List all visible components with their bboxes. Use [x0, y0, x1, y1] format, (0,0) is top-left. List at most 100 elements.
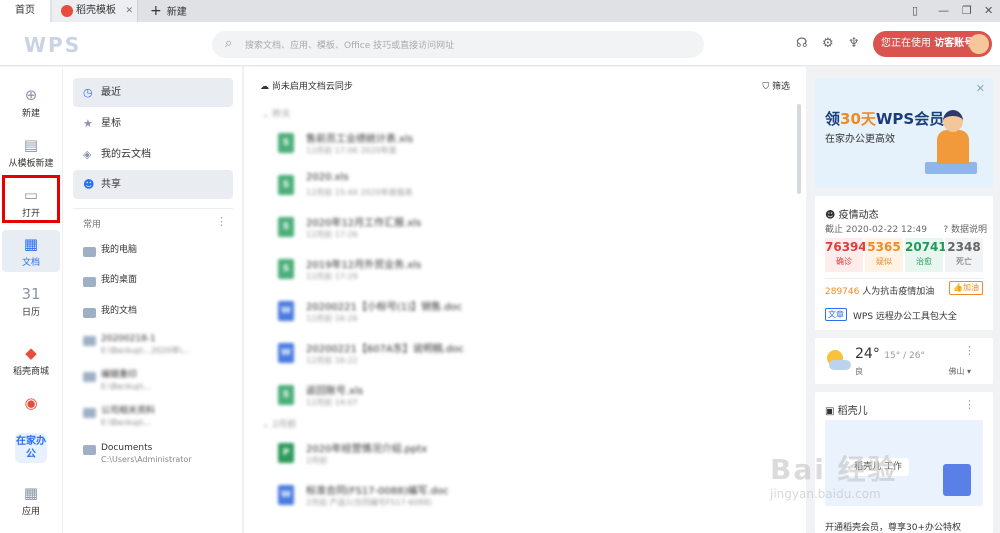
cube-icon: ◈	[83, 148, 92, 161]
new-tab-button[interactable]: + 新建	[150, 0, 187, 22]
file-row[interactable]: S 2019年12月外贸业务.xls 12月前 17:29	[278, 253, 778, 293]
shirt-icon[interactable]: ♆	[848, 36, 860, 52]
plus-circle-icon: ⊕	[24, 86, 38, 104]
gear-icon[interactable]: ⚙	[822, 36, 834, 52]
file-row[interactable]: W 20200221【小标号(1)】销售.doc 12月前 16:26	[278, 295, 778, 335]
presentation-icon: P	[278, 443, 294, 463]
calendar-icon: 31	[21, 285, 41, 303]
file-row[interactable]: S 售前员工业绩统计表.xls 12月前 17:06 2020年度	[278, 127, 778, 167]
file-row[interactable]: S 2020年12月工作汇报.xls 12月前 17:26	[278, 211, 778, 251]
group-yesterday: ⌄ 昨天	[262, 110, 291, 120]
work-home-badge: 在家办公	[15, 433, 47, 463]
docer-icon	[61, 5, 73, 17]
file-row[interactable]: W 20200221【607A东】说明稿.doc 12月前 16:22	[278, 337, 778, 377]
search-icon: ⌕	[225, 36, 233, 51]
folder-icon	[83, 308, 96, 318]
promo-banner[interactable]: ✕ 领30天WPS会员 在家办公更高效	[815, 78, 993, 188]
file-row[interactable]: S 2020.xls 12月前 15:44 2020年度报表	[278, 169, 778, 209]
close-icon[interactable]: ✕	[984, 0, 993, 22]
spreadsheet-icon: S	[278, 385, 294, 405]
more-icon[interactable]: ⋮	[964, 398, 975, 411]
air-quality: 良	[855, 367, 863, 376]
scrollbar[interactable]	[797, 104, 801, 194]
tab-docer[interactable]: 稻壳模板 ✕	[52, 0, 138, 22]
cloud-icon: ☁	[260, 82, 269, 92]
document-illustration	[943, 464, 971, 496]
nav-mall[interactable]: ◆ 稻壳商城	[2, 339, 60, 381]
close-tab-icon[interactable]: ✕	[125, 0, 133, 22]
location-documents[interactable]: Documents C:\Users\Administrator	[83, 442, 233, 472]
chevron-down-icon: ▾	[966, 367, 971, 376]
article-link[interactable]: WPS 远程办公工具包大全	[853, 309, 957, 322]
docer-flame-icon: ◆	[25, 344, 37, 362]
epidemic-title: ☻ 疫情动态	[825, 210, 879, 221]
stat-suspected: 5365 疑似	[865, 238, 903, 272]
nav-calendar[interactable]: 31 日历	[2, 280, 60, 322]
location-folder-1[interactable]: 20200218-1 E:\Backup\...2020年\...	[83, 333, 233, 363]
nav-from-template[interactable]: ▤ 从模板新建	[2, 131, 60, 173]
divider	[73, 208, 233, 209]
location-desktop[interactable]: 我的桌面	[83, 274, 233, 304]
docer-card-title: ▣ 稻壳儿	[825, 406, 868, 417]
clock-icon: ◷	[83, 86, 93, 99]
desktop-icon	[83, 277, 96, 287]
sidebar-item-star[interactable]: ★ 星标	[73, 109, 233, 138]
plus-icon: +	[150, 3, 162, 19]
cloud-sync-link[interactable]: ☁ 尚未启用文档云同步	[260, 79, 353, 92]
person-head-illustration	[943, 110, 963, 132]
document-icon: ▦	[23, 235, 39, 253]
sidebar-item-recent[interactable]: ◷ 最近	[73, 78, 233, 107]
filter-button[interactable]: ⛉ 筛选	[762, 79, 790, 92]
nav-docs[interactable]: ▦ 文档	[2, 230, 60, 272]
visitor-account-button[interactable]: 您正在使用 访客账号	[873, 31, 992, 57]
common-heading: 常用	[83, 220, 102, 230]
location-my-docs[interactable]: 我的文档	[83, 305, 233, 335]
avatar	[969, 34, 989, 54]
cloud-icon	[829, 360, 851, 370]
baidu-watermark: Bai 经验	[770, 453, 898, 486]
headset-icon[interactable]: ☊	[796, 36, 808, 52]
epidemic-card: ☻ 疫情动态 截止 2020-02-22 12:49 ? 数据说明 76394 确…	[815, 196, 993, 330]
tab-home[interactable]: 首页	[0, 0, 50, 22]
nav-assistant[interactable]: ◉	[2, 389, 60, 423]
filter-icon: ⛉	[762, 82, 770, 92]
nav-new[interactable]: ⊕ 新建	[2, 81, 60, 123]
word-doc-icon: W	[278, 485, 294, 505]
file-row[interactable]: P 2020年经营情况介绍.pptx 2月前	[278, 437, 778, 477]
window-mode-icon[interactable]: ▯	[912, 0, 918, 22]
word-doc-icon: W	[278, 343, 294, 363]
location-my-computer[interactable]: 我的电脑	[83, 244, 233, 274]
location-folder-2[interactable]: 编辑重印 E:\Backup\...	[83, 369, 233, 399]
data-explain-link[interactable]: ? 数据说明	[943, 222, 987, 235]
file-row[interactable]: S 返回账号.xls 12月前 14:07	[278, 379, 778, 419]
restore-icon[interactable]: ❐	[962, 0, 972, 22]
computer-icon	[83, 247, 96, 257]
divider	[825, 278, 983, 279]
search-input[interactable]: ⌕ 搜索文档、应用、模板、Office 技巧或直接访问网址	[212, 31, 704, 58]
tab-bar: 首页 稻壳模板 ✕ + 新建 ▯ — ❐ ✕	[0, 0, 1000, 22]
folder-icon	[83, 372, 96, 382]
people-icon: ☻	[83, 178, 95, 191]
city-select[interactable]: 佛山 ▾	[948, 366, 971, 377]
sidebar-item-shared[interactable]: ☻ 共享	[73, 170, 233, 199]
sidebar: ◷ 最近 ★ 星标 ◈ 我的云文档 ☻ 共享 常用 ⋮ 我的电脑 我的桌面 我的文档 2…	[62, 67, 242, 533]
more-icon[interactable]: ⋮	[216, 215, 227, 228]
person-illustration	[937, 130, 969, 164]
close-icon[interactable]: ✕	[976, 82, 985, 95]
minimize-icon[interactable]: —	[938, 0, 949, 22]
template-icon: ▤	[23, 136, 39, 154]
nav-work-home[interactable]: 在家办公	[2, 429, 60, 471]
file-list-panel: ☁ 尚未启用文档云同步 ⛉ 筛选 ⌄ 昨天 S 售前员工业绩统计表.xls 12…	[243, 67, 806, 533]
location-folder-3[interactable]: 公司相关资料 E:\Backup\...	[83, 405, 233, 435]
weather-card: 24° 15° / 26° 良 佛山 ▾ ⋮	[815, 338, 993, 384]
cheer-button[interactable]: 👍加油	[949, 281, 983, 295]
sidebar-item-cloud[interactable]: ◈ 我的云文档	[73, 140, 233, 169]
question-icon: ?	[943, 225, 949, 235]
more-icon[interactable]: ⋮	[964, 344, 975, 357]
docer-footer-text[interactable]: 开通稻壳会员，尊享30+办公特权	[825, 520, 961, 533]
wps-logo: WPS	[24, 33, 82, 57]
word-doc-icon: W	[278, 301, 294, 321]
file-row[interactable]: W 标准合同(FS17-0088)编写.doc 2月前 产品1(合同编号FS17…	[278, 479, 778, 519]
nav-apps[interactable]: ▦ 应用	[2, 479, 60, 521]
spreadsheet-icon: S	[278, 217, 294, 237]
